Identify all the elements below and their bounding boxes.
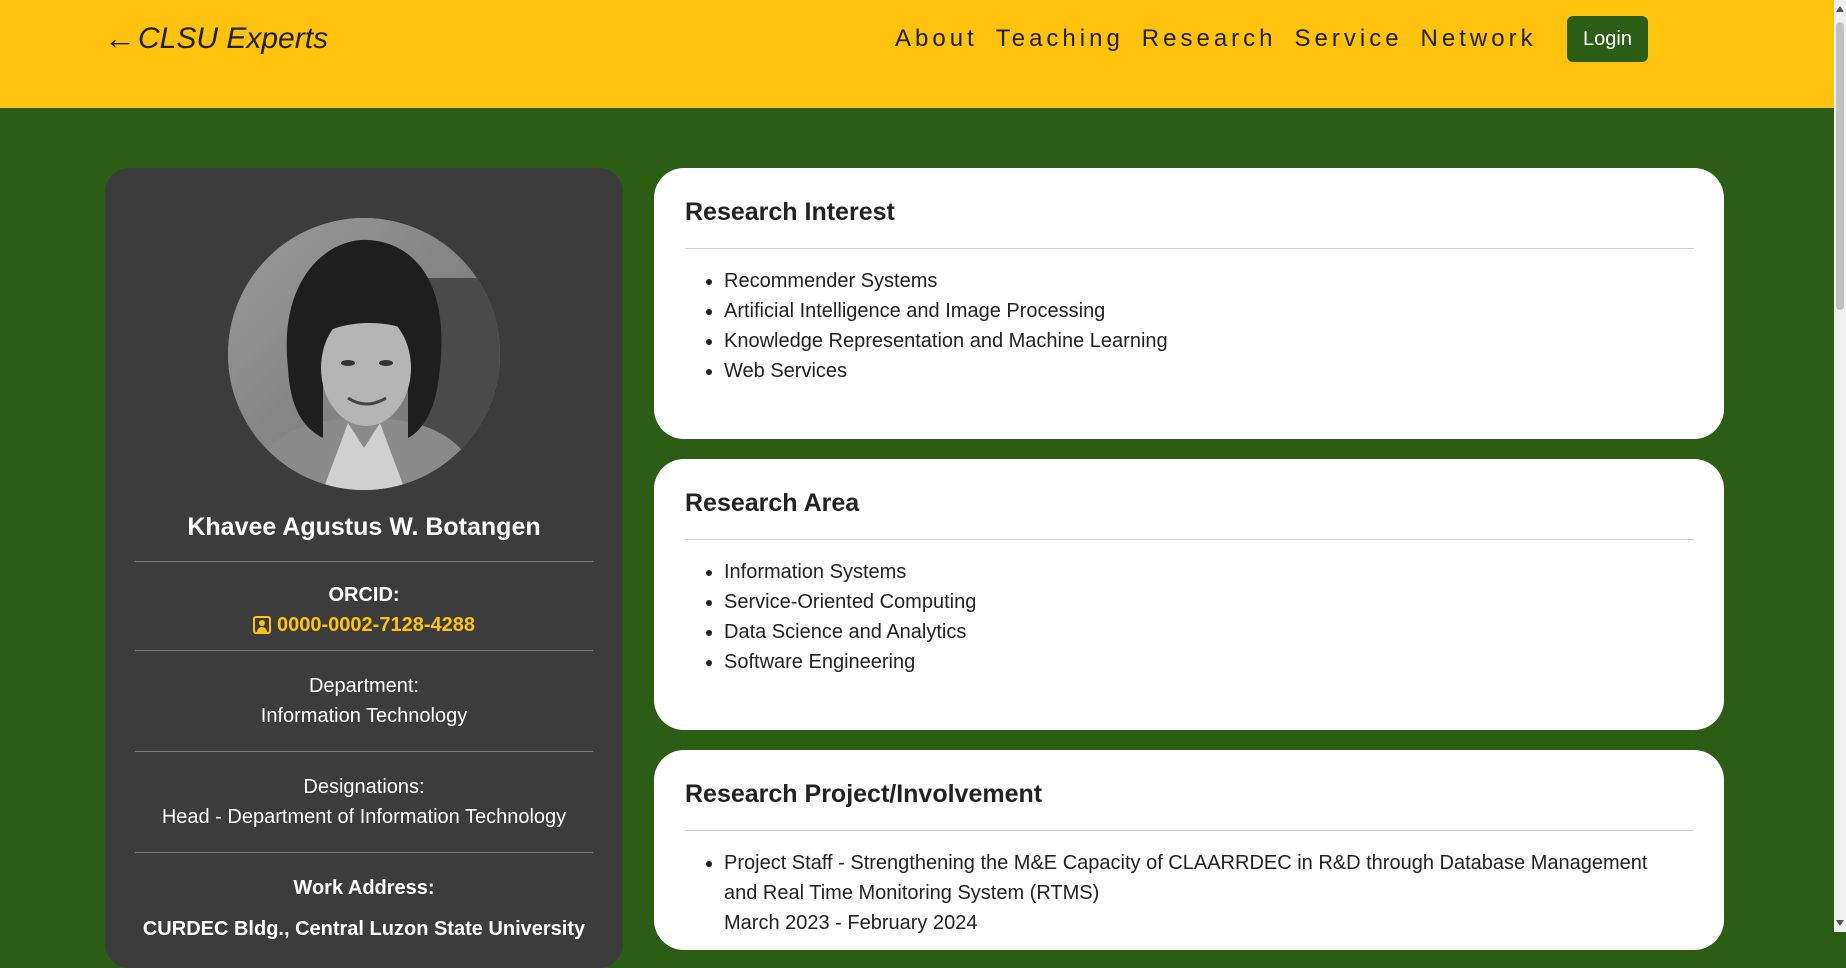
login-button[interactable]: Login	[1567, 16, 1648, 62]
research-project-title: Research Project/Involvement	[685, 780, 1043, 808]
department-label: Department:	[308, 675, 420, 697]
nav-about[interactable]: About	[895, 24, 978, 54]
research-project-list: Project Staff - Strengthening the M&E Ca…	[696, 848, 1684, 938]
divider	[135, 852, 593, 853]
research-interest-title: Research Interest	[685, 198, 895, 226]
work-address-label: Work Address:	[293, 877, 435, 899]
list-item: Recommender Systems	[724, 266, 1684, 296]
research-area-card: Research Area Information Systems Servic…	[654, 459, 1724, 730]
profile-name: Khavee Agustus W. Botangen	[187, 513, 541, 541]
brand-name: CLSU Experts	[138, 21, 329, 55]
designations-label: Designations:	[303, 776, 425, 798]
nav-teaching[interactable]: Teaching	[996, 24, 1124, 54]
divider	[685, 539, 1694, 540]
list-item: Knowledge Representation and Machine Lea…	[724, 326, 1684, 356]
back-arrow-icon: ←	[104, 20, 136, 56]
orcid-link[interactable]: 0000-0002-7128-4288	[253, 610, 475, 640]
main-nav: About Teaching Research Service Network	[895, 24, 1555, 54]
divider	[685, 248, 1694, 249]
divider	[685, 830, 1694, 831]
research-interest-card: Research Interest Recommender Systems Ar…	[654, 168, 1724, 439]
list-item: Software Engineering	[724, 647, 1684, 677]
list-item: Data Science and Analytics	[724, 617, 1684, 647]
project-period: March 2023 - February 2024	[724, 912, 978, 934]
department-value: Information Technology	[260, 705, 468, 727]
profile-card: Khavee Agustus W. Botangen ORCID: 0000-0…	[105, 168, 623, 968]
id-badge-icon	[253, 616, 272, 634]
research-area-list: Information Systems Service-Oriented Com…	[696, 557, 1684, 677]
project-description: Project Staff - Strengthening the M&E Ca…	[724, 852, 1648, 904]
work-address-value: CURDEC Bldg., Central Luzon State Univer…	[142, 918, 586, 940]
list-item: Information Systems	[724, 557, 1684, 587]
orcid-label: ORCID:	[328, 584, 400, 606]
list-item: Service-Oriented Computing	[724, 587, 1684, 617]
list-item: Project Staff - Strengthening the M&E Ca…	[724, 848, 1684, 938]
research-project-card: Research Project/Involvement Project Sta…	[654, 750, 1724, 950]
designation-value: Head - Department of Information Technol…	[161, 806, 567, 828]
research-area-title: Research Area	[685, 489, 860, 517]
list-item: Artificial Intelligence and Image Proces…	[724, 296, 1684, 326]
orcid-id: 0000-0002-7128-4288	[277, 614, 475, 636]
orcid-section: ORCID: 0000-0002-7128-4288	[105, 580, 623, 643]
divider	[135, 561, 593, 562]
avatar	[228, 218, 500, 490]
research-interest-list: Recommender Systems Artificial Intellige…	[696, 266, 1684, 386]
department-section: Department: Information Technology	[105, 671, 623, 731]
nav-research[interactable]: Research	[1142, 24, 1277, 54]
page-scrollbar[interactable]	[1834, 0, 1846, 932]
top-navbar: ← CLSU Experts About Teaching Research S…	[0, 0, 1834, 108]
profile-photo	[228, 218, 500, 490]
divider	[135, 751, 593, 752]
nav-service[interactable]: Service	[1295, 24, 1403, 54]
work-address-section: Work Address: CURDEC Bldg., Central Luzo…	[105, 873, 623, 944]
scrollbar-thumb[interactable]	[1836, 22, 1844, 310]
designations-section: Designations: Head - Department of Infor…	[105, 772, 623, 832]
home-link[interactable]: ← CLSU Experts	[104, 20, 328, 57]
list-item: Web Services	[724, 356, 1684, 386]
nav-network[interactable]: Network	[1421, 24, 1537, 54]
scroll-up-icon[interactable]	[1836, 6, 1844, 12]
scroll-down-icon[interactable]	[1836, 920, 1844, 926]
divider	[135, 650, 593, 651]
